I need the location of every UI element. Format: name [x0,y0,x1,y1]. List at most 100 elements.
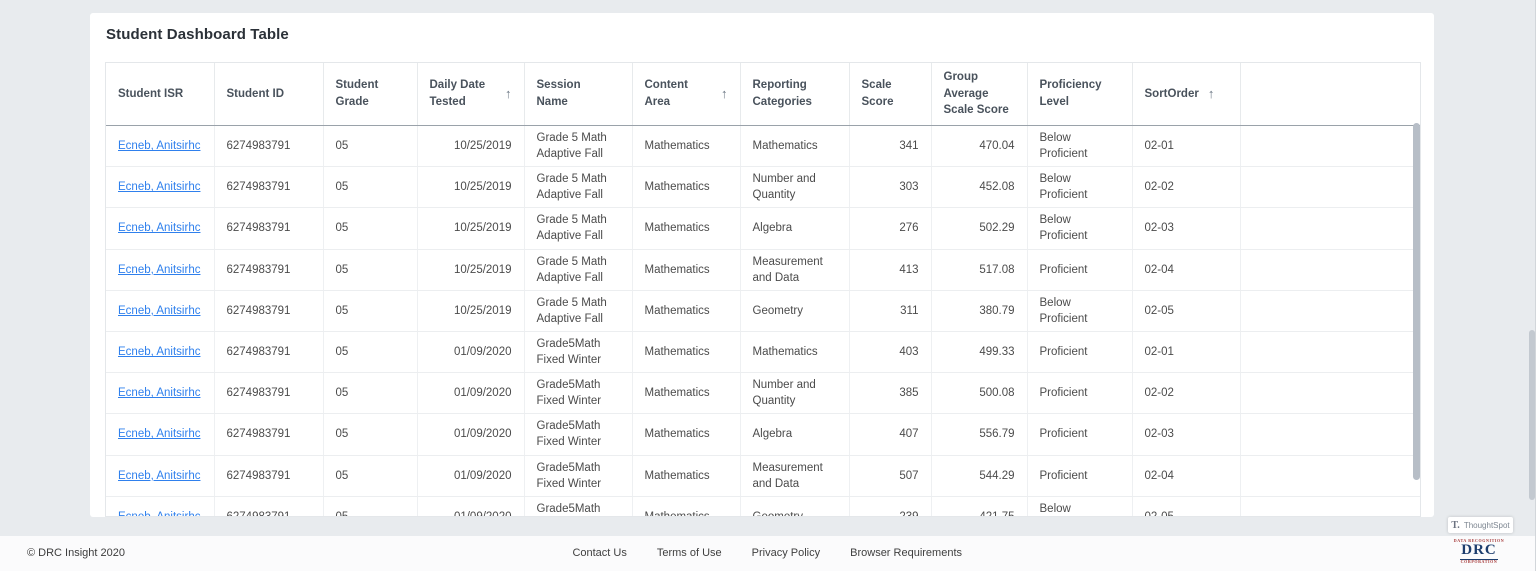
table-row: Ecneb, Anitsirhc 6274983791 05 01/09/2020 Gr… [106,496,1420,516]
student-link[interactable]: Ecneb, Anitsirhc [118,387,200,399]
column-header-proficiency_level[interactable]: Proficiency Level [1027,63,1133,127]
column-header-label: SortOrder [1144,87,1199,100]
column-header-student_grade[interactable]: Student Grade [323,63,418,127]
table-row: Ecneb, Anitsirhc 6274983791 05 10/25/2019 Gr… [106,290,1420,332]
cell-scale_score: 303 [849,166,932,209]
thoughtspot-icon: T. [1451,519,1460,531]
cell-student_grade: 05 [323,413,418,456]
table-row: Ecneb, Anitsirhc 6274983791 05 10/25/2019 Gr… [106,249,1420,291]
column-header-content: Daily Date Tested ↑ [430,77,512,110]
column-header-content: Content Area ↑ [645,77,728,110]
cell-scale_score: 407 [849,413,932,456]
cell-session_name: Grade 5 Math Adaptive Fall [524,249,633,291]
thoughtspot-label: ThoughtSpot [1463,520,1510,530]
column-header-label: Student ID [226,87,285,100]
table-scrollbar-thumb[interactable] [1413,123,1420,480]
column-header-content: Proficiency Level [1040,77,1120,110]
column-header-group_average_scale_score[interactable]: Group Average Scale Score [931,63,1028,127]
column-header-label: Daily Date Tested [429,79,486,108]
cell-session_name: Grade5Math Fixed Winter [524,331,633,374]
cell-sort_order: 02-04 [1132,249,1241,291]
page-scrollbar-thumb[interactable] [1529,330,1535,500]
cell-blank [1240,207,1420,250]
cell-proficiency_level: Below Proficient [1027,166,1133,209]
cell-student_grade: 05 [323,496,418,516]
footer-link-contact-us[interactable]: Contact Us [572,547,626,559]
table-row: Ecneb, Anitsirhc 6274983791 05 01/09/2020 Gr… [106,331,1420,374]
cell-content_area: Mathematics [632,331,741,374]
column-header-content: Group Average Scale Score [944,69,1015,119]
cell-student_grade: 05 [323,372,418,415]
footer-link-terms-of-use[interactable]: Terms of Use [657,547,722,559]
student-link[interactable]: Ecneb, Anitsirhc [118,511,200,516]
cell-reporting_categories: Mathematics [740,331,850,374]
column-header-content_area[interactable]: Content Area ↑ [632,63,741,127]
cell-reporting_categories: Number and Quantity [740,166,850,209]
cell-session_name: Grade 5 Math Adaptive Fall [524,207,633,250]
column-header-daily_date_tested[interactable]: Daily Date Tested ↑ [417,63,525,127]
student-link[interactable]: Ecneb, Anitsirhc [118,470,200,482]
table-header: Student ISR Student ID Student Grade Daily … [106,63,1420,127]
sort-ascending-icon[interactable]: ↑ [721,85,728,104]
student-link[interactable]: Ecneb, Anitsirhc [118,346,200,358]
cell-group_average_scale_score: 380.79 [931,290,1028,332]
cell-daily_date_tested: 10/25/2019 [417,125,525,168]
cell-content_area: Mathematics [632,207,741,250]
column-header-sort_order[interactable]: SortOrder ↑ [1132,63,1241,127]
cell-student_isr: Ecneb, Anitsirhc [106,331,215,374]
cell-group_average_scale_score: 421.75 [931,496,1028,516]
cell-reporting_categories: Number and Quantity [740,372,850,415]
column-header-session_name[interactable]: Session Name [524,63,633,127]
cell-group_average_scale_score: 517.08 [931,249,1028,291]
column-header-label: Reporting Categories [752,79,812,108]
cell-daily_date_tested: 01/09/2020 [417,413,525,456]
sort-ascending-icon[interactable]: ↑ [1208,85,1215,104]
cell-sort_order: 02-05 [1132,496,1241,516]
dashboard-card: Student Dashboard Table Student ISR Stude… [90,13,1434,517]
student-link[interactable]: Ecneb, Anitsirhc [118,181,200,193]
cell-blank [1240,125,1420,168]
column-header-scale_score[interactable]: Scale Score [849,63,932,127]
column-header-content: Scale Score [862,77,919,110]
drc-logo: DATA RECOGNITION DRC CORPORATION [1454,537,1504,566]
column-header-student_id[interactable]: Student ID [214,63,324,127]
cell-student_isr: Ecneb, Anitsirhc [106,207,215,250]
cell-content_area: Mathematics [632,496,741,516]
column-header-student_isr[interactable]: Student ISR [106,63,215,127]
student-link[interactable]: Ecneb, Anitsirhc [118,305,200,317]
sort-ascending-icon[interactable]: ↑ [505,85,512,104]
table-row: Ecneb, Anitsirhc 6274983791 05 01/09/2020 Gr… [106,455,1420,497]
cell-student_isr: Ecneb, Anitsirhc [106,249,215,291]
student-link[interactable]: Ecneb, Anitsirhc [118,140,200,152]
column-header-content: Student ID [227,86,311,103]
cell-student_id: 6274983791 [214,496,324,516]
column-header-content: Reporting Categories [753,77,837,110]
cell-sort_order: 02-01 [1132,331,1241,374]
column-header-label: Content Area [644,79,688,108]
cell-content_area: Mathematics [632,455,741,497]
student-link[interactable]: Ecneb, Anitsirhc [118,428,200,440]
cell-student_id: 6274983791 [214,125,324,168]
cell-student_isr: Ecneb, Anitsirhc [106,125,215,168]
cell-proficiency_level: Proficient [1027,249,1133,291]
cell-reporting_categories: Geometry [740,496,850,516]
footer-link-privacy-policy[interactable]: Privacy Policy [752,547,820,559]
column-header-reporting_categories[interactable]: Reporting Categories [740,63,850,127]
student-link[interactable]: Ecneb, Anitsirhc [118,264,200,276]
cell-blank [1240,413,1420,456]
column-header-label: Session Name [536,79,581,108]
cell-student_grade: 05 [323,207,418,250]
column-header-content: Session Name [537,77,620,110]
cell-proficiency_level: Below Proficient [1027,125,1133,168]
cell-sort_order: 02-03 [1132,207,1241,250]
cell-group_average_scale_score: 544.29 [931,455,1028,497]
cell-daily_date_tested: 01/09/2020 [417,372,525,415]
cell-student_grade: 05 [323,249,418,291]
cell-student_grade: 05 [323,166,418,209]
thoughtspot-badge[interactable]: T. ThoughtSpot [1448,517,1513,533]
table-body: Ecneb, Anitsirhc 6274983791 05 10/25/2019 Gr… [106,125,1420,516]
cell-daily_date_tested: 10/25/2019 [417,290,525,332]
cell-student_id: 6274983791 [214,372,324,415]
footer-link-browser-requirements[interactable]: Browser Requirements [850,547,962,559]
student-link[interactable]: Ecneb, Anitsirhc [118,222,200,234]
